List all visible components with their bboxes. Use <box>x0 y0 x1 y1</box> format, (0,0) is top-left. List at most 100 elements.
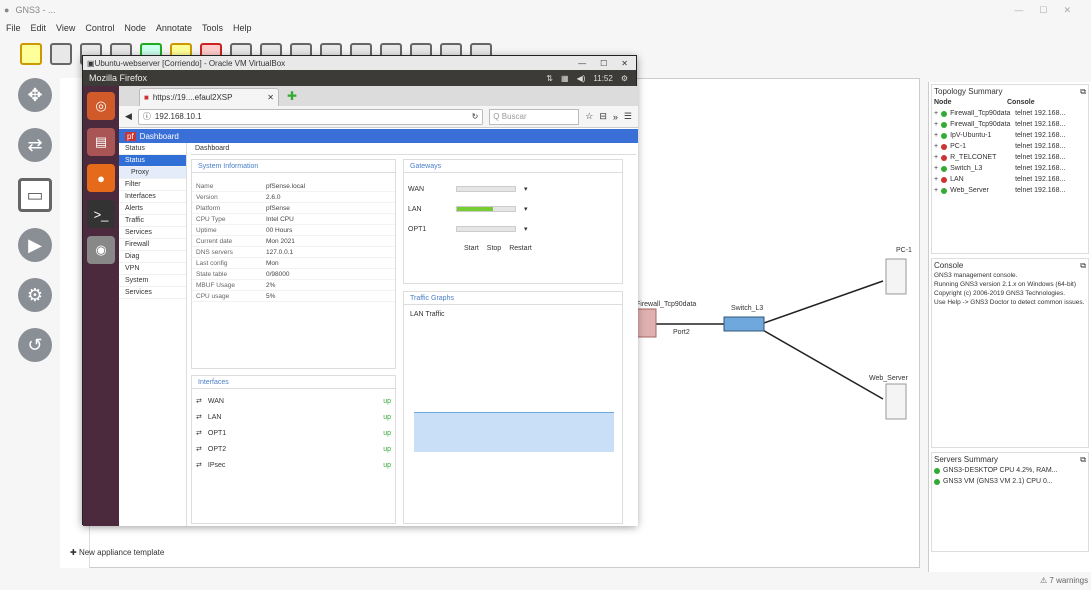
maximize-icon[interactable]: ☐ <box>600 59 607 68</box>
ubuntu-logo-icon[interactable]: ◎ <box>87 92 115 120</box>
topology-row[interactable]: + Switch_L3 telnet 192.168... <box>934 163 1086 174</box>
sidebar-item[interactable]: Firewall <box>119 239 186 251</box>
menu-tools[interactable]: Tools <box>202 23 223 33</box>
traffic-label[interactable]: LAN Traffic <box>404 305 622 324</box>
add-link-icon[interactable]: ↺ <box>18 328 52 362</box>
server-row[interactable]: GNS3 VM (GNS3 VM 2.1) CPU 0... <box>934 476 1086 487</box>
sidebar-item[interactable]: Filter <box>119 179 186 191</box>
menu-view[interactable]: View <box>56 23 75 33</box>
terminal-app-icon[interactable]: >_ <box>87 200 115 228</box>
gateway-row[interactable]: OPT1 ▾ <box>408 219 618 239</box>
sidebar-item[interactable]: System <box>119 275 186 287</box>
folder-icon[interactable] <box>50 43 72 65</box>
sidebar-item[interactable]: Services <box>119 287 186 299</box>
back-icon[interactable]: ◀ <box>125 111 132 122</box>
menu-help[interactable]: Help <box>233 23 252 33</box>
topology-row[interactable]: + PC-1 telnet 192.168... <box>934 141 1086 152</box>
topology-row[interactable]: + R_TELCONET telnet 192.168... <box>934 152 1086 163</box>
reload-icon[interactable]: ↻ <box>472 112 479 121</box>
bookmark-star-icon[interactable]: ☆ <box>585 111 593 122</box>
interface-status: up <box>383 413 391 421</box>
expand-icon[interactable]: + <box>934 187 938 194</box>
expand-icon[interactable]: + <box>934 176 938 183</box>
dropdown-icon[interactable]: ▾ <box>524 225 528 233</box>
browser-tab[interactable]: ■ https://19....efaul2XSP ✕ <box>139 88 279 106</box>
menu-control[interactable]: Control <box>85 23 114 33</box>
sidebar-item[interactable]: Status <box>119 143 186 155</box>
close-icon[interactable]: ✕ <box>621 59 628 68</box>
open-folder-icon[interactable] <box>20 43 42 65</box>
overflow-icon[interactable]: » <box>613 112 618 122</box>
console-output[interactable]: GNS3 management console. Running GNS3 ve… <box>934 271 1086 307</box>
expand-icon[interactable]: + <box>934 143 938 150</box>
sidebar-item[interactable]: Diag <box>119 251 186 263</box>
gateway-row[interactable]: LAN ▾ <box>408 199 618 219</box>
close-icon[interactable]: ✕ <box>1063 5 1071 16</box>
clock[interactable]: 11:52 <box>593 74 612 83</box>
stop-button[interactable]: Stop <box>487 245 501 252</box>
interface-row[interactable]: ⇄ WAN up <box>196 393 391 409</box>
minimize-icon[interactable]: — <box>1014 5 1023 16</box>
disk-icon[interactable]: ◉ <box>87 236 115 264</box>
end-device-icon[interactable]: ▭ <box>18 178 52 212</box>
hamburger-menu-icon[interactable]: ☰ <box>624 111 632 122</box>
expand-icon[interactable]: + <box>934 154 938 161</box>
sidebar-item[interactable]: Status <box>119 155 186 167</box>
dock-float-icon[interactable]: ⧉ <box>1080 455 1086 465</box>
library-icon[interactable]: ⊟ <box>599 111 607 122</box>
interface-row[interactable]: ⇄ OPT2 up <box>196 441 391 457</box>
server-row[interactable]: GNS3-DESKTOP CPU 4.2%, RAM... <box>934 465 1086 476</box>
new-appliance-button[interactable]: ✚ New appliance template <box>70 548 164 557</box>
sidebar-item[interactable]: VPN <box>119 263 186 275</box>
security-device-icon[interactable]: ▶ <box>18 228 52 262</box>
gateway-row[interactable]: WAN ▾ <box>408 179 618 199</box>
topology-row[interactable]: + Firewall_Tcp90data telnet 192.168... <box>934 119 1086 130</box>
dropdown-icon[interactable]: ▾ <box>524 205 528 213</box>
files-icon[interactable]: ▤ <box>87 128 115 156</box>
volume-icon[interactable]: ◀) <box>577 74 586 83</box>
topology-row[interactable]: + IpV-Ubuntu-1 telnet 192.168... <box>934 130 1086 141</box>
topology-row[interactable]: + Web_Server telnet 192.168... <box>934 185 1086 196</box>
sidebar-item[interactable]: Services <box>119 227 186 239</box>
minimize-icon[interactable]: — <box>578 59 586 68</box>
expand-icon[interactable]: + <box>934 165 938 172</box>
dropdown-icon[interactable]: ▾ <box>524 185 528 193</box>
menu-edit[interactable]: Edit <box>31 23 47 33</box>
switch-node-icon <box>723 316 765 332</box>
expand-icon[interactable]: + <box>934 132 938 139</box>
sysinfo-key: Last config <box>196 259 228 267</box>
maximize-icon[interactable]: ☐ <box>1039 5 1047 16</box>
url-bar[interactable]: ⓘ 192.168.10.1 ↻ <box>137 108 484 125</box>
interface-row[interactable]: ⇄ OPT1 up <box>196 425 391 441</box>
new-tab-icon[interactable]: ✚ <box>287 89 297 103</box>
keyboard-icon[interactable]: ⇅ <box>546 74 553 83</box>
firefox-icon[interactable]: ● <box>87 164 115 192</box>
interface-row[interactable]: ⇄ IPsec up <box>196 457 391 473</box>
settings-gear-icon[interactable]: ⚙ <box>621 74 628 83</box>
expand-icon[interactable]: + <box>934 121 938 128</box>
topology-row[interactable]: + Firewall_Tcp90data telnet 192.168... <box>934 108 1086 119</box>
info-icon[interactable]: ⓘ <box>143 111 151 122</box>
interface-row[interactable]: ⇄ LAN up <box>196 409 391 425</box>
status-warnings[interactable]: ⚠ 7 warnings <box>1040 576 1088 585</box>
dock-float-icon[interactable]: ⧉ <box>1080 261 1086 271</box>
menu-annotate[interactable]: Annotate <box>156 23 192 33</box>
sidebar-item[interactable]: Proxy <box>119 167 186 179</box>
restart-button[interactable]: Restart <box>509 245 532 252</box>
tab-label: https://19....efaul2XSP <box>152 93 233 102</box>
network-icon[interactable]: ▦ <box>561 74 569 83</box>
search-input[interactable]: Q Buscar <box>489 108 580 125</box>
menu-node[interactable]: Node <box>124 23 146 33</box>
sidebar-item[interactable]: Alerts <box>119 203 186 215</box>
topology-row[interactable]: + LAN telnet 192.168... <box>934 174 1086 185</box>
expand-icon[interactable]: + <box>934 110 938 117</box>
all-devices-icon[interactable]: ⚙ <box>18 278 52 312</box>
dock-float-icon[interactable]: ⧉ <box>1080 87 1086 97</box>
start-button[interactable]: Start <box>464 245 479 252</box>
sidebar-item[interactable]: Interfaces <box>119 191 186 203</box>
tab-close-icon[interactable]: ✕ <box>267 93 274 102</box>
sidebar-item[interactable]: Traffic <box>119 215 186 227</box>
router-icon[interactable]: ✥ <box>18 78 52 112</box>
menu-file[interactable]: File <box>6 23 21 33</box>
switch-icon[interactable]: ⇄ <box>18 128 52 162</box>
